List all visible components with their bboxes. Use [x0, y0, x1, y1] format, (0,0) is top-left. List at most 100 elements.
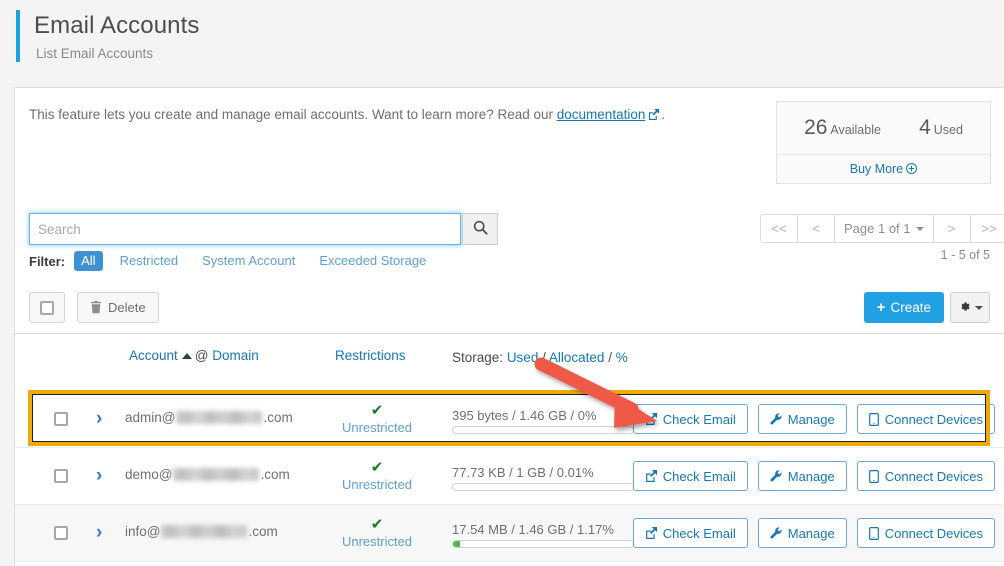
filter-option-restricted[interactable]: Restricted — [113, 251, 186, 271]
row-account-user: admin@ — [125, 410, 176, 425]
column-header-storage-label: Storage: — [452, 350, 504, 365]
search-button[interactable] — [462, 213, 498, 245]
expand-row-chevron-icon[interactable]: › — [96, 403, 102, 435]
row-storage-text: 395 bytes / 1.46 GB / 0% — [452, 408, 597, 423]
expand-row-chevron-icon[interactable]: › — [96, 517, 102, 549]
pagination-last-button[interactable]: >> — [970, 215, 1004, 242]
intro-text-before: This feature lets you create and manage … — [29, 107, 557, 122]
row-checkbox[interactable] — [54, 526, 68, 540]
select-all-checkbox[interactable] — [29, 292, 65, 323]
expand-row-chevron-icon[interactable]: › — [96, 460, 102, 492]
buy-more-label: Buy More — [849, 162, 904, 176]
pagination-page-label: Page 1 of 1 — [844, 221, 911, 236]
accent-bar — [16, 10, 20, 62]
row-actions: Check Email Manage Connect Devices — [632, 461, 995, 491]
row-storage: 395 bytes / 1.46 GB / 0% — [452, 408, 644, 434]
main-card: This feature lets you create and manage … — [14, 87, 1004, 566]
external-link-icon — [645, 413, 657, 425]
check-email-button[interactable]: Check Email — [632, 461, 748, 491]
row-restriction: ✔ Unrestricted — [339, 402, 415, 436]
check-icon: ✔ — [370, 516, 384, 533]
quota-available-label: Available — [830, 123, 881, 137]
row-actions: Check Email Manage Connect Devices — [632, 404, 995, 434]
pagination-prev-button[interactable]: < — [798, 215, 835, 242]
manage-label: Manage — [787, 411, 835, 427]
storage-sep-1: / — [542, 350, 546, 365]
row-account-user: info@ — [125, 524, 161, 539]
row-restriction-label[interactable]: Unrestricted — [339, 420, 415, 435]
quota-available: 26 Available — [804, 116, 881, 140]
connect-devices-button[interactable]: Connect Devices — [856, 404, 995, 434]
connect-devices-label: Connect Devices — [884, 411, 983, 427]
column-header-at: @ — [194, 348, 209, 363]
quota-available-value: 26 — [804, 116, 828, 139]
manage-button[interactable]: Manage — [757, 518, 847, 548]
filter-option-system-account[interactable]: System Account — [195, 251, 302, 271]
redacted-domain — [173, 468, 260, 481]
row-account-tld: .com — [260, 467, 290, 482]
mobile-device-icon — [868, 526, 879, 540]
row-checkbox[interactable] — [54, 469, 68, 483]
check-email-button[interactable]: Check Email — [632, 404, 748, 434]
manage-button[interactable]: Manage — [757, 461, 847, 491]
external-link-icon — [648, 109, 660, 120]
check-email-button[interactable]: Check Email — [632, 518, 748, 548]
table-row: › info@ .com ✔ Unrestricted 17.54 MB / 1.… — [15, 505, 1004, 562]
buy-more-link[interactable]: Buy More — [850, 162, 918, 176]
column-header-restrictions[interactable]: Restrictions — [335, 348, 406, 363]
settings-gear-button[interactable] — [950, 292, 990, 323]
intro-text: This feature lets you create and manage … — [29, 107, 665, 122]
connect-devices-button[interactable]: Connect Devices — [856, 518, 995, 548]
table-row: › demo@ .com ✔ Unrestricted 77.73 KB / 1 … — [15, 448, 1004, 505]
row-storage-fill — [453, 541, 461, 547]
storage-sep-2: / — [608, 350, 612, 365]
row-restriction: ✔ Unrestricted — [339, 516, 415, 550]
check-email-label: Check Email — [662, 468, 736, 484]
row-account-email: demo@ .com — [125, 467, 290, 482]
wrench-icon — [770, 527, 782, 539]
pagination-next-button[interactable]: > — [933, 215, 971, 242]
quota-footer: Buy More — [777, 155, 990, 183]
delete-button[interactable]: Delete — [77, 292, 159, 323]
column-header-storage: Storage: Used / Allocated / % — [452, 348, 642, 367]
check-email-label: Check Email — [662, 525, 736, 541]
filter-option-all[interactable]: All — [74, 251, 103, 271]
quota-used: 4 Used — [919, 116, 963, 140]
pagination-first-button[interactable]: << — [761, 215, 798, 242]
column-header-storage-percent[interactable]: % — [616, 350, 628, 365]
manage-button[interactable]: Manage — [757, 404, 847, 434]
row-account-user: demo@ — [125, 467, 173, 482]
documentation-link[interactable]: documentation — [557, 107, 646, 122]
row-account-tld: .com — [263, 410, 293, 425]
connect-devices-label: Connect Devices — [884, 468, 983, 484]
column-header-storage-used[interactable]: Used — [507, 350, 539, 365]
column-header-storage-allocated[interactable]: Allocated — [549, 350, 605, 365]
connect-devices-button[interactable]: Connect Devices — [856, 461, 995, 491]
trash-icon — [90, 301, 102, 314]
quota-used-value: 4 — [919, 116, 931, 139]
wrench-icon — [770, 470, 782, 482]
search-icon — [473, 220, 488, 238]
check-icon: ✔ — [370, 402, 384, 419]
row-account-email: info@ .com — [125, 524, 278, 539]
column-header-account-label: Account — [129, 348, 178, 363]
page-title: Email Accounts — [34, 12, 200, 39]
pagination-page-select[interactable]: Page 1 of 1 — [835, 215, 934, 242]
column-header-account[interactable]: Account @ Domain — [129, 348, 259, 363]
create-button[interactable]: + Create — [863, 292, 944, 323]
connect-devices-label: Connect Devices — [884, 525, 983, 541]
quota-stats: 26 Available 4 Used — [777, 102, 990, 155]
row-restriction-label[interactable]: Unrestricted — [339, 477, 415, 492]
row-restriction-label[interactable]: Unrestricted — [339, 534, 415, 549]
pagination: << < Page 1 of 1 > >> — [760, 214, 1004, 243]
row-storage: 77.73 KB / 1 GB / 0.01% — [452, 465, 644, 491]
sort-ascending-icon — [181, 353, 192, 359]
create-button-label: Create — [890, 300, 931, 315]
external-link-icon — [645, 527, 657, 539]
row-checkbox[interactable] — [54, 412, 68, 426]
search-input[interactable] — [29, 213, 461, 245]
filter-option-exceeded-storage[interactable]: Exceeded Storage — [312, 251, 433, 271]
row-account-tld: .com — [248, 524, 278, 539]
gear-icon — [958, 300, 971, 316]
search-bar — [29, 213, 498, 245]
